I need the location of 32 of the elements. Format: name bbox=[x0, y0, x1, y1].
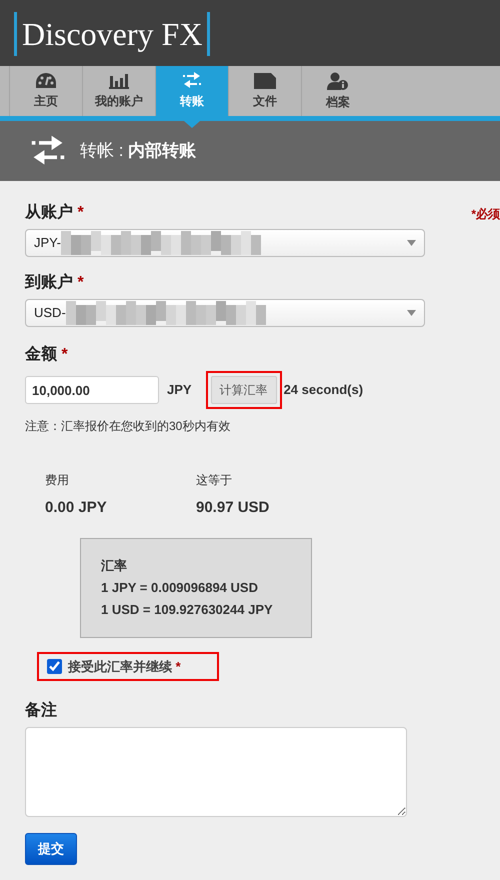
notice-text: 注意：汇率报价在您收到的30秒内有效 bbox=[25, 418, 232, 435]
required-note: *必须 bbox=[471, 206, 500, 223]
gauge-icon bbox=[35, 72, 57, 89]
countdown-text: 24 second(s) bbox=[284, 381, 364, 400]
rate-title: 汇率 bbox=[101, 556, 128, 574]
rate-line: 1 USD = 109.927630244 JPY bbox=[101, 600, 274, 618]
summary-label: 费用 bbox=[45, 472, 70, 489]
calculate-rate-button[interactable]: 计算汇率 bbox=[210, 376, 277, 404]
bar-chart-icon bbox=[109, 72, 129, 88]
logo: Discovery FX bbox=[14, 12, 210, 56]
user-info-icon bbox=[327, 72, 349, 90]
rate-line: 1 JPY = 0.009096894 USD bbox=[101, 578, 259, 596]
account-select[interactable]: JPY- bbox=[25, 229, 425, 257]
checkbox[interactable] bbox=[47, 658, 62, 674]
field-label: 到账户 * bbox=[25, 272, 84, 293]
account-select[interactable]: USD- bbox=[25, 299, 425, 327]
amount-input[interactable]: 10,000.00 bbox=[25, 376, 159, 404]
currency-label: JPY bbox=[167, 381, 192, 400]
submit-button[interactable]: 提交 bbox=[25, 833, 77, 864]
caret-icon bbox=[407, 240, 416, 246]
summary-label: 这等于 bbox=[196, 472, 233, 489]
page-title: 转帐 : 内部转账 bbox=[80, 140, 196, 162]
transfer-icon bbox=[182, 72, 202, 89]
nav-tab[interactable]: 转账 bbox=[155, 66, 228, 116]
summary-value: 0.00 JPY bbox=[45, 498, 108, 518]
summary-value: 90.97 USD bbox=[196, 498, 270, 518]
field-label: 备注 bbox=[25, 700, 57, 721]
checkbox-label: 接受此汇率并继续 * bbox=[68, 658, 181, 676]
field-label: 金额 * bbox=[25, 344, 68, 365]
folder-icon bbox=[254, 72, 276, 88]
field-label: 从账户 * bbox=[25, 202, 84, 223]
caret-icon bbox=[407, 310, 416, 316]
